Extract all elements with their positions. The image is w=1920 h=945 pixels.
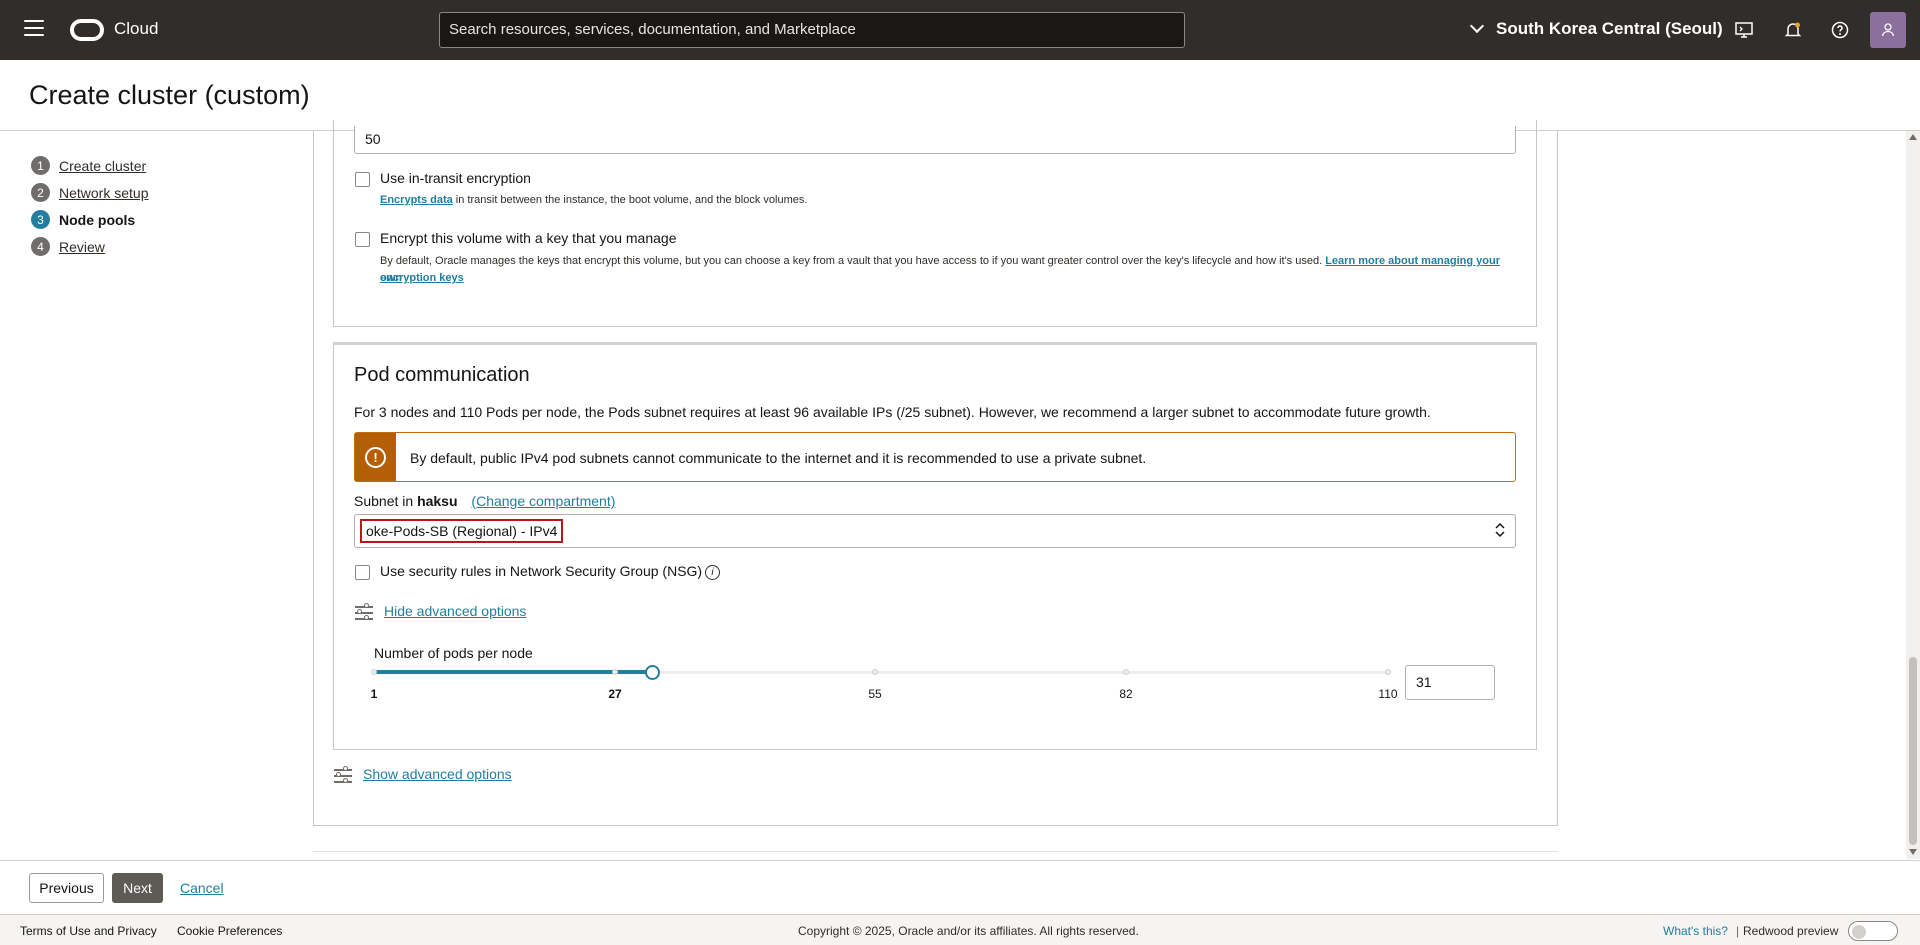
subnet-label-prefix: Subnet in	[354, 493, 418, 509]
show-advanced-options-link[interactable]: Show advanced options	[363, 766, 512, 782]
page-footer: Terms of Use and Privacy Cookie Preferen…	[0, 914, 1920, 945]
brand-name[interactable]: Cloud	[114, 19, 158, 39]
advanced-options-icon	[355, 603, 373, 620]
in-transit-help: Encrypts data in transit between the ins…	[380, 192, 807, 209]
step-label: Node pools	[59, 211, 136, 228]
own-key-label: Encrypt this volume with a key that you …	[380, 230, 677, 246]
slider-tick-mark	[1385, 669, 1391, 675]
nsg-checkbox[interactable]	[355, 565, 370, 580]
cookie-preferences-link[interactable]: Cookie Preferences	[177, 924, 282, 938]
own-key-help-line2: encryption keys	[380, 270, 464, 287]
warning-banner-stripe: !	[355, 433, 396, 481]
step-number: 1	[31, 156, 50, 175]
slider-tick-mark	[1123, 669, 1129, 675]
page-title: Create cluster (custom)	[29, 80, 310, 110]
step-network-setup[interactable]: 2 Network setup	[31, 179, 148, 206]
pods-per-node-slider-fill	[374, 670, 653, 674]
next-button[interactable]: Next	[112, 873, 163, 903]
info-icon[interactable]: i	[705, 565, 720, 580]
warning-banner: ! By default, public IPv4 pod subnets ca…	[354, 432, 1516, 482]
slider-tick-label: 27	[608, 687, 622, 701]
manage-keys-link-continued[interactable]: encryption keys	[380, 272, 464, 284]
wizard-steps: 1 Create cluster 2 Network setup 3 Node …	[31, 152, 148, 260]
scroll-up-icon[interactable]	[1909, 134, 1917, 140]
footer-separator: |	[1736, 924, 1740, 938]
slider-tick-mark	[371, 669, 377, 675]
wizard-actions: Previous Next Cancel	[0, 860, 1920, 914]
bell-icon[interactable]	[1782, 19, 1804, 41]
slider-tick-mark	[612, 669, 618, 675]
own-key-checkbox[interactable]	[355, 232, 370, 247]
cloud-shell-icon[interactable]	[1733, 19, 1755, 41]
step-number: 4	[31, 237, 50, 256]
subnet-label: Subnet in haksu (Change compartment)	[354, 493, 615, 509]
pods-per-node-input[interactable]: 31	[1405, 665, 1495, 700]
terms-link[interactable]: Terms of Use and Privacy	[20, 924, 157, 938]
redwood-preview-label: Redwood preview	[1743, 924, 1839, 938]
nsg-label: Use security rules in Network Security G…	[380, 563, 703, 579]
slider-tick-label: 55	[868, 687, 882, 701]
slider-tick-label: 82	[1119, 687, 1133, 701]
in-transit-help-text: in transit between the instance, the boo…	[452, 194, 808, 206]
step-label[interactable]: Create cluster	[59, 158, 146, 174]
select-arrows-icon	[1495, 521, 1505, 540]
slider-tick-label: 1	[370, 687, 378, 701]
oracle-logo-icon[interactable]	[70, 19, 104, 41]
step-create-cluster[interactable]: 1 Create cluster	[31, 152, 148, 179]
copyright-text: Copyright © 2025, Oracle and/or its affi…	[798, 924, 1139, 938]
pod-communication-title: Pod communication	[354, 364, 530, 386]
menu-icon[interactable]	[24, 20, 44, 38]
scrollbar-thumb[interactable]	[1909, 657, 1917, 845]
own-key-help-text: By default, Oracle manages the keys that…	[380, 255, 1326, 267]
slider-tick-mark	[872, 669, 878, 675]
content-divider	[313, 851, 1558, 852]
step-review[interactable]: 4 Review	[31, 233, 148, 260]
region-name: South Korea Central (Seoul)	[1496, 19, 1723, 38]
pod-subnet-description: For 3 nodes and 110 Pods per node, the P…	[354, 404, 1431, 420]
slider-tick-label: 110	[1378, 687, 1398, 701]
encrypts-data-link[interactable]: Encrypts data	[380, 194, 453, 206]
redwood-preview-toggle[interactable]	[1848, 921, 1898, 941]
in-transit-encryption-label: Use in-transit encryption	[380, 170, 531, 186]
own-key-help: By default, Oracle manages the keys that…	[380, 253, 1515, 287]
in-transit-encryption-checkbox[interactable]	[355, 172, 370, 187]
whats-this-link[interactable]: What's this?	[1663, 924, 1728, 938]
warning-text: By default, public IPv4 pod subnets cann…	[410, 450, 1147, 466]
boot-volume-size-input[interactable]: 50	[354, 126, 1516, 154]
previous-button[interactable]: Previous	[29, 873, 104, 903]
search-input[interactable]: Search resources, services, documentatio…	[439, 12, 1185, 48]
change-compartment-link[interactable]: (Change compartment)	[471, 493, 615, 509]
scroll-down-icon[interactable]	[1909, 849, 1917, 855]
pod-subnet-select[interactable]: oke-Pods-SB (Regional) - IPv4	[354, 514, 1516, 548]
advanced-options-icon	[334, 766, 352, 783]
warning-icon: !	[365, 446, 386, 468]
top-navigation-bar: Cloud Search resources, services, docume…	[0, 0, 1920, 60]
cancel-button[interactable]: Cancel	[180, 873, 224, 903]
step-number: 3	[31, 210, 50, 229]
step-number: 2	[31, 183, 50, 202]
pods-per-node-label: Number of pods per node	[374, 645, 533, 661]
help-icon[interactable]	[1829, 19, 1851, 41]
compartment-name: haksu	[417, 493, 458, 509]
step-label[interactable]: Review	[59, 239, 105, 255]
step-node-pools: 3 Node pools	[31, 206, 148, 233]
region-selector[interactable]: South Korea Central (Seoul)	[1469, 18, 1723, 39]
chevron-down-icon	[1469, 18, 1485, 34]
hide-advanced-options-link[interactable]: Hide advanced options	[384, 603, 526, 619]
step-label[interactable]: Network setup	[59, 185, 148, 201]
selected-subnet: oke-Pods-SB (Regional) - IPv4	[360, 519, 564, 543]
user-avatar-icon[interactable]	[1870, 12, 1906, 48]
